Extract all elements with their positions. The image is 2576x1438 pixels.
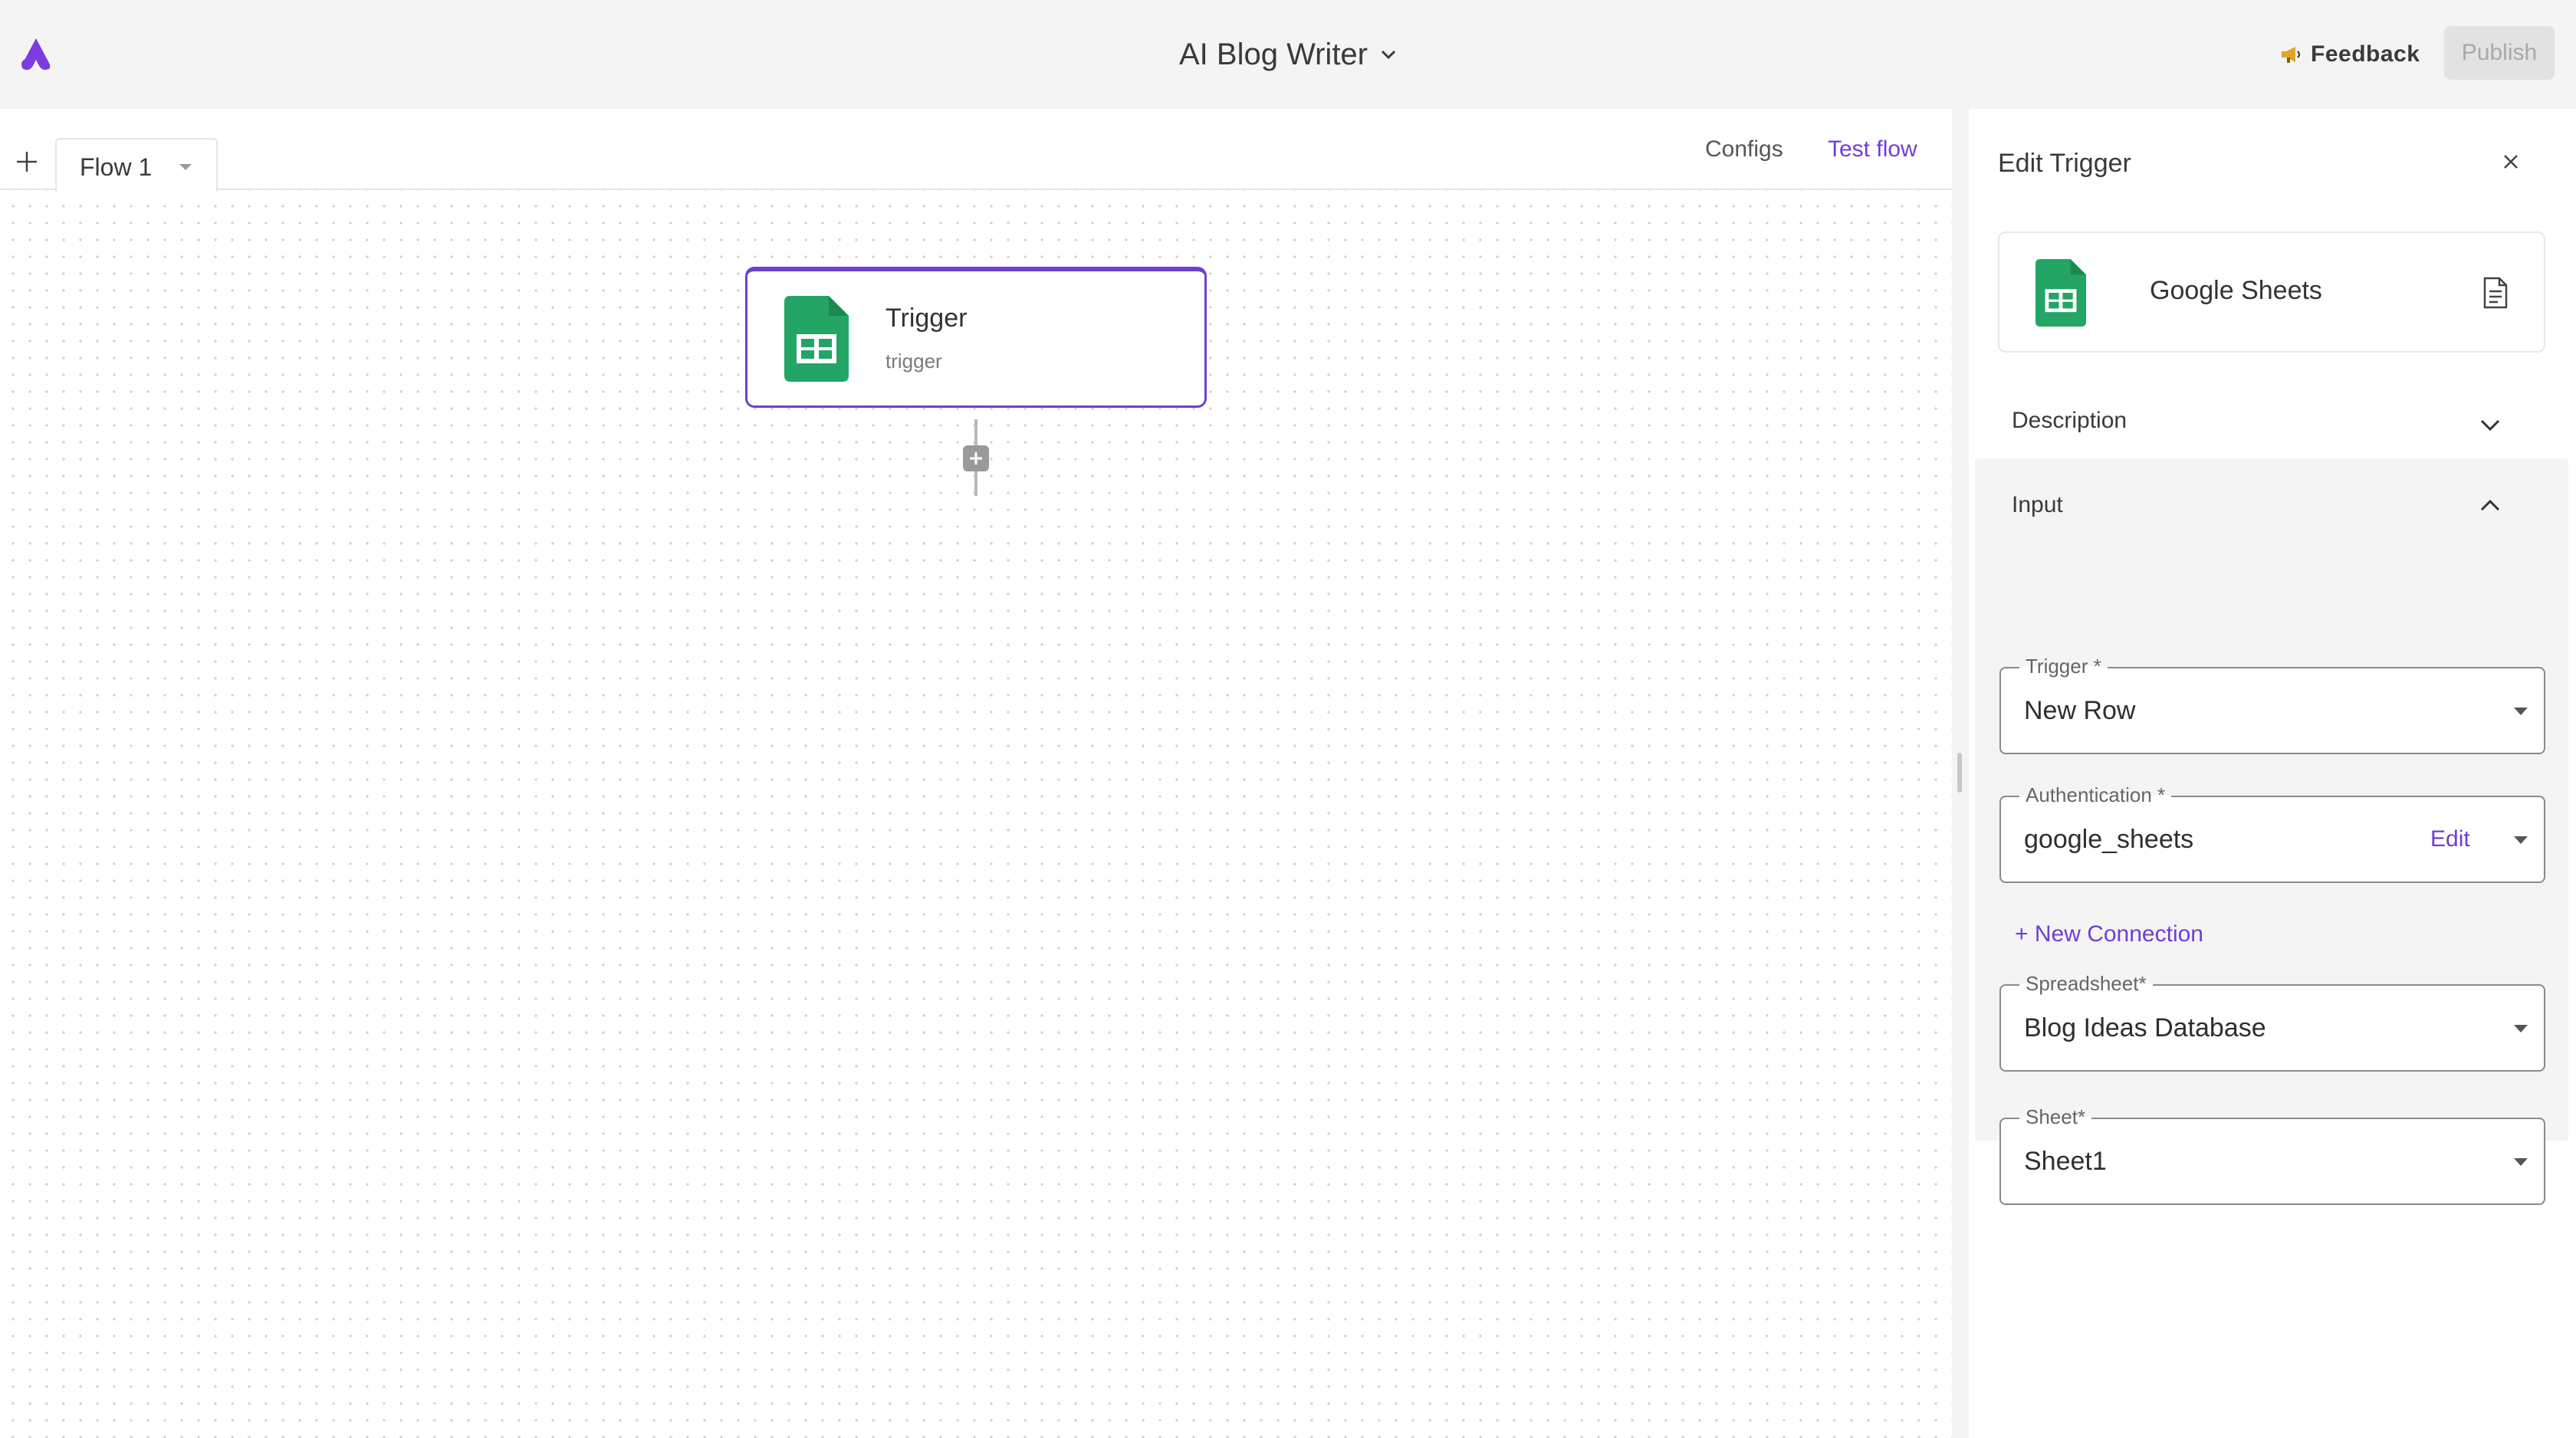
authentication-select-label: Authentication * bbox=[2019, 783, 2172, 807]
authentication-select-value: google_sheets bbox=[2024, 825, 2194, 854]
piece-card: Google Sheets bbox=[1998, 231, 2545, 353]
input-accordion[interactable]: Input bbox=[2012, 492, 2533, 530]
publish-button[interactable]: Publish bbox=[2444, 26, 2555, 80]
authentication-select[interactable]: Authentication * google_sheets Edit bbox=[1999, 783, 2545, 883]
caret-down-icon[interactable] bbox=[2513, 1024, 2528, 1033]
document-icon[interactable] bbox=[2481, 276, 2510, 310]
google-sheets-icon bbox=[784, 296, 849, 382]
configs-button[interactable]: Configs bbox=[1705, 136, 1783, 163]
megaphone-icon bbox=[2282, 47, 2300, 63]
app-logo-icon[interactable] bbox=[17, 37, 55, 72]
trigger-select-label: Trigger * bbox=[2019, 655, 2108, 678]
panel-title: Edit Trigger bbox=[1998, 149, 2131, 178]
sheet-select-value: Sheet1 bbox=[2024, 1147, 2107, 1176]
chevron-up-icon[interactable] bbox=[2479, 498, 2501, 512]
new-connection-button[interactable]: + New Connection bbox=[2015, 921, 2203, 947]
flow-tab-label: Flow 1 bbox=[80, 153, 153, 181]
panel-resize-handle[interactable] bbox=[1952, 109, 1969, 1438]
trigger-select-value: New Row bbox=[2024, 696, 2136, 725]
spreadsheet-select[interactable]: Spreadsheet* Blog Ideas Database bbox=[1999, 972, 2545, 1072]
description-accordion[interactable]: Description bbox=[2012, 408, 2533, 446]
edit-connection-button[interactable]: Edit bbox=[2430, 826, 2470, 852]
flow-tab-bar: Flow 1 Configs Test flow bbox=[0, 109, 1952, 192]
node-title: Trigger bbox=[886, 304, 968, 333]
trigger-select[interactable]: Trigger * New Row bbox=[1999, 655, 2545, 754]
caret-down-icon[interactable] bbox=[178, 163, 193, 172]
sheet-select[interactable]: Sheet* Sheet1 bbox=[1999, 1105, 2545, 1205]
edit-trigger-panel: Edit Trigger Google Sheets Description I… bbox=[1969, 109, 2576, 1438]
input-label: Input bbox=[2012, 492, 2063, 517]
tab-flow-1[interactable]: Flow 1 bbox=[55, 138, 218, 192]
sheet-select-label: Sheet* bbox=[2019, 1105, 2092, 1129]
add-step-icon[interactable] bbox=[963, 445, 989, 471]
spreadsheet-select-value: Blog Ideas Database bbox=[2024, 1013, 2266, 1042]
flow-title[interactable]: AI Blog Writer bbox=[1179, 38, 1368, 72]
test-flow-button[interactable]: Test flow bbox=[1828, 136, 1917, 163]
feedback-label: Feedback bbox=[2311, 41, 2420, 67]
piece-name: Google Sheets bbox=[2150, 276, 2322, 305]
spreadsheet-select-label: Spreadsheet* bbox=[2019, 972, 2153, 996]
flow-canvas[interactable]: Flow 1 Configs Test flow Trigger trigger bbox=[0, 109, 1952, 1438]
caret-down-icon[interactable] bbox=[2513, 707, 2528, 716]
add-flow-icon[interactable] bbox=[14, 149, 40, 175]
caret-down-icon[interactable] bbox=[2513, 1157, 2528, 1167]
google-sheets-icon bbox=[2036, 259, 2086, 327]
feedback-button[interactable]: Feedback bbox=[2280, 35, 2420, 74]
input-section: Input Trigger * New Row Authentication *… bbox=[1975, 458, 2568, 1205]
close-icon[interactable] bbox=[2499, 150, 2522, 173]
trigger-node[interactable]: Trigger trigger bbox=[745, 267, 1207, 408]
chevron-down-icon[interactable] bbox=[2479, 419, 2501, 432]
top-bar: AI Blog Writer Feedback Publish bbox=[0, 0, 2576, 109]
resize-grip[interactable] bbox=[1957, 753, 1962, 793]
description-label: Description bbox=[2012, 408, 2128, 433]
caret-down-icon[interactable] bbox=[2513, 836, 2528, 845]
node-subtitle: trigger bbox=[886, 350, 942, 373]
chevron-down-icon[interactable] bbox=[1380, 49, 1397, 60]
flow-title-container: AI Blog Writer bbox=[0, 0, 2576, 109]
